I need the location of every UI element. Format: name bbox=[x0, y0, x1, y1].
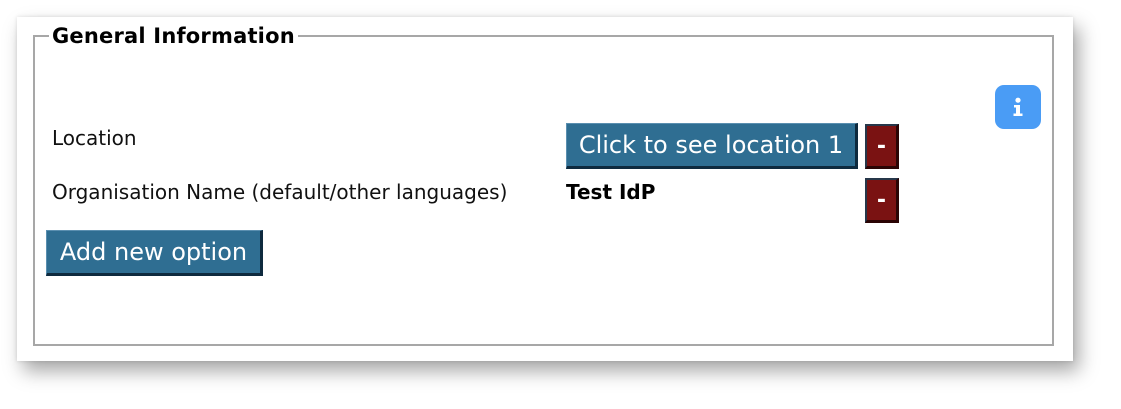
section-legend: General Information bbox=[49, 24, 298, 48]
add-new-option-button[interactable]: Add new option bbox=[46, 230, 263, 276]
general-information-panel: General Information Location Click to se… bbox=[17, 17, 1073, 361]
see-location-button[interactable]: Click to see location 1 bbox=[566, 123, 858, 169]
organisation-name-value: Test IdP bbox=[566, 180, 656, 204]
general-information-fieldset: General Information Location Click to se… bbox=[33, 24, 1054, 346]
location-label: Location bbox=[52, 126, 137, 150]
remove-organisation-name-button[interactable]: - bbox=[865, 178, 899, 223]
organisation-name-label: Organisation Name (default/other languag… bbox=[52, 180, 508, 204]
info-icon bbox=[1013, 97, 1023, 116]
remove-location-button[interactable]: - bbox=[865, 124, 899, 169]
info-button[interactable] bbox=[995, 85, 1041, 129]
